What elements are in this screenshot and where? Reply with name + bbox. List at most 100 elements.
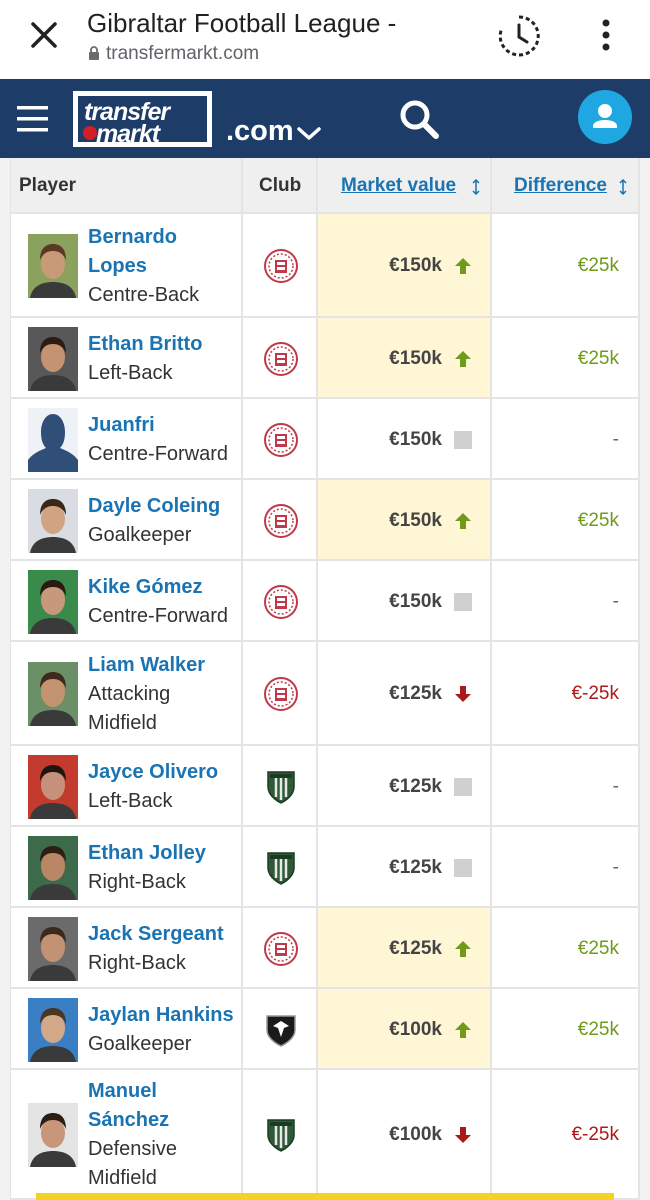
player-photo[interactable]: [28, 570, 78, 634]
market-value-cell: €100k: [318, 1070, 492, 1200]
player-name-link[interactable]: Ethan Jolley: [88, 839, 206, 868]
player-name-link[interactable]: Jack Sergeant: [88, 920, 224, 949]
value-difference: €-25k: [571, 683, 619, 704]
table-row: Ethan Britto Left-Back €150k €25k: [10, 318, 640, 399]
club-crest-icon[interactable]: [264, 769, 298, 805]
player-name-link[interactable]: Bernardo: [88, 223, 177, 252]
player-name-link[interactable]: Manuel: [88, 1077, 157, 1106]
url-display[interactable]: transfermarkt.com: [88, 43, 259, 65]
club-crest-icon[interactable]: [264, 1012, 298, 1048]
market-value[interactable]: €150k: [389, 429, 442, 451]
table-row: Jayce Olivero Left-Back €125k -: [10, 746, 640, 827]
player-photo[interactable]: [28, 755, 78, 819]
column-header-difference[interactable]: Difference: [514, 175, 607, 197]
table-row: Kike Gómez Centre-Forward €150k -: [10, 561, 640, 642]
difference-cell: €25k: [492, 989, 640, 1070]
arrow-up-icon: [454, 1021, 472, 1039]
table-row: Jack Sergeant Right-Back €125k €25k: [10, 908, 640, 989]
value-difference: €25k: [577, 348, 619, 369]
player-photo[interactable]: [28, 1103, 78, 1167]
close-icon[interactable]: [27, 18, 61, 52]
player-name-link[interactable]: Juanfri: [88, 411, 155, 440]
player-position: Attacking: [88, 683, 171, 705]
difference-cell: €25k: [492, 214, 640, 318]
arrow-down-icon: [454, 685, 472, 703]
player-position: Centre-Back: [88, 284, 200, 306]
market-value-cell: €125k: [318, 746, 492, 827]
transfermarkt-logo[interactable]: transfer markt: [73, 91, 212, 148]
chevron-down-icon[interactable]: [296, 126, 322, 142]
difference-cell: €25k: [492, 318, 640, 399]
club-crest-icon[interactable]: [264, 676, 298, 712]
club-cell: [243, 746, 318, 827]
market-value[interactable]: €125k: [389, 776, 442, 798]
player-position: Centre-Forward: [88, 605, 229, 627]
market-value[interactable]: €100k: [389, 1124, 442, 1146]
column-header-club: Club: [259, 175, 302, 196]
market-value[interactable]: €150k: [389, 348, 442, 370]
player-position: Midfield: [88, 712, 157, 734]
player-position: Defensive: [88, 1138, 177, 1160]
player-name-link[interactable]: Kike Gómez: [88, 573, 202, 602]
sort-difference[interactable]: Difference: [492, 158, 640, 214]
market-value[interactable]: €125k: [389, 683, 442, 705]
player-name-link[interactable]: Ethan Britto: [88, 330, 202, 359]
value-difference: -: [612, 857, 619, 878]
difference-cell: -: [492, 561, 640, 642]
player-photo[interactable]: [28, 408, 78, 472]
player-name-link[interactable]: Dayle Coleing: [88, 492, 220, 521]
market-value[interactable]: €150k: [389, 591, 442, 613]
club-crest-icon[interactable]: [264, 584, 298, 620]
market-value[interactable]: €125k: [389, 857, 442, 879]
market-value[interactable]: €150k: [389, 510, 442, 532]
ad-banner-edge: [36, 1193, 614, 1200]
club-cell: [243, 214, 318, 318]
player-photo[interactable]: [28, 662, 78, 726]
player-cell: Manuel Sánchez Defensive Midfield: [10, 1070, 243, 1200]
difference-cell: -: [492, 746, 640, 827]
club-crest-icon[interactable]: [264, 931, 298, 967]
value-difference: -: [612, 429, 619, 450]
table-row: Liam Walker Attacking Midfield €125k €-25k: [10, 642, 640, 746]
player-name-link[interactable]: Jayce Olivero: [88, 758, 218, 787]
player-position: Left-Back: [88, 790, 173, 812]
domain-selector[interactable]: .com: [226, 115, 294, 148]
player-photo[interactable]: [28, 327, 78, 391]
player-photo[interactable]: [28, 917, 78, 981]
player-name-link[interactable]: Lopes: [88, 252, 147, 281]
more-options-icon[interactable]: [596, 18, 616, 52]
club-crest-icon[interactable]: [264, 422, 298, 458]
player-photo[interactable]: [28, 998, 78, 1062]
club-cell: [243, 1070, 318, 1200]
player-cell: Dayle Coleing Goalkeeper: [10, 480, 243, 561]
player-photo[interactable]: [28, 234, 78, 298]
difference-cell: -: [492, 827, 640, 908]
arrow-up-icon: [454, 257, 472, 275]
search-icon[interactable]: [398, 98, 440, 140]
player-cell: Juanfri Centre-Forward: [10, 399, 243, 480]
player-photo[interactable]: [28, 489, 78, 553]
club-crest-icon[interactable]: [264, 341, 298, 377]
club-crest-icon[interactable]: [264, 1117, 298, 1153]
market-value-cell: €125k: [318, 642, 492, 746]
club-crest-icon[interactable]: [264, 248, 298, 284]
player-name-link[interactable]: Liam Walker: [88, 651, 205, 680]
market-value[interactable]: €125k: [389, 938, 442, 960]
player-cell: Jayce Olivero Left-Back: [10, 746, 243, 827]
table-row: Manuel Sánchez Defensive Midfield €100k €-25k: [10, 1070, 640, 1200]
arrow-up-icon: [454, 350, 472, 368]
player-name-link[interactable]: Sánchez: [88, 1106, 169, 1135]
market-value[interactable]: €100k: [389, 1019, 442, 1041]
hamburger-menu-icon[interactable]: [17, 106, 49, 132]
column-header-market-value[interactable]: Market value: [341, 175, 456, 197]
club-crest-icon[interactable]: [264, 503, 298, 539]
user-account-button[interactable]: [578, 90, 632, 144]
sort-market-value[interactable]: Market value: [318, 158, 492, 214]
club-crest-icon[interactable]: [264, 850, 298, 886]
market-value[interactable]: €150k: [389, 255, 442, 277]
player-photo[interactable]: [28, 836, 78, 900]
user-icon: [593, 104, 617, 128]
player-name-link[interactable]: Jaylan Hankins: [88, 1001, 234, 1030]
table-row: Dayle Coleing Goalkeeper €150k €25k: [10, 480, 640, 561]
history-icon[interactable]: [497, 14, 541, 58]
